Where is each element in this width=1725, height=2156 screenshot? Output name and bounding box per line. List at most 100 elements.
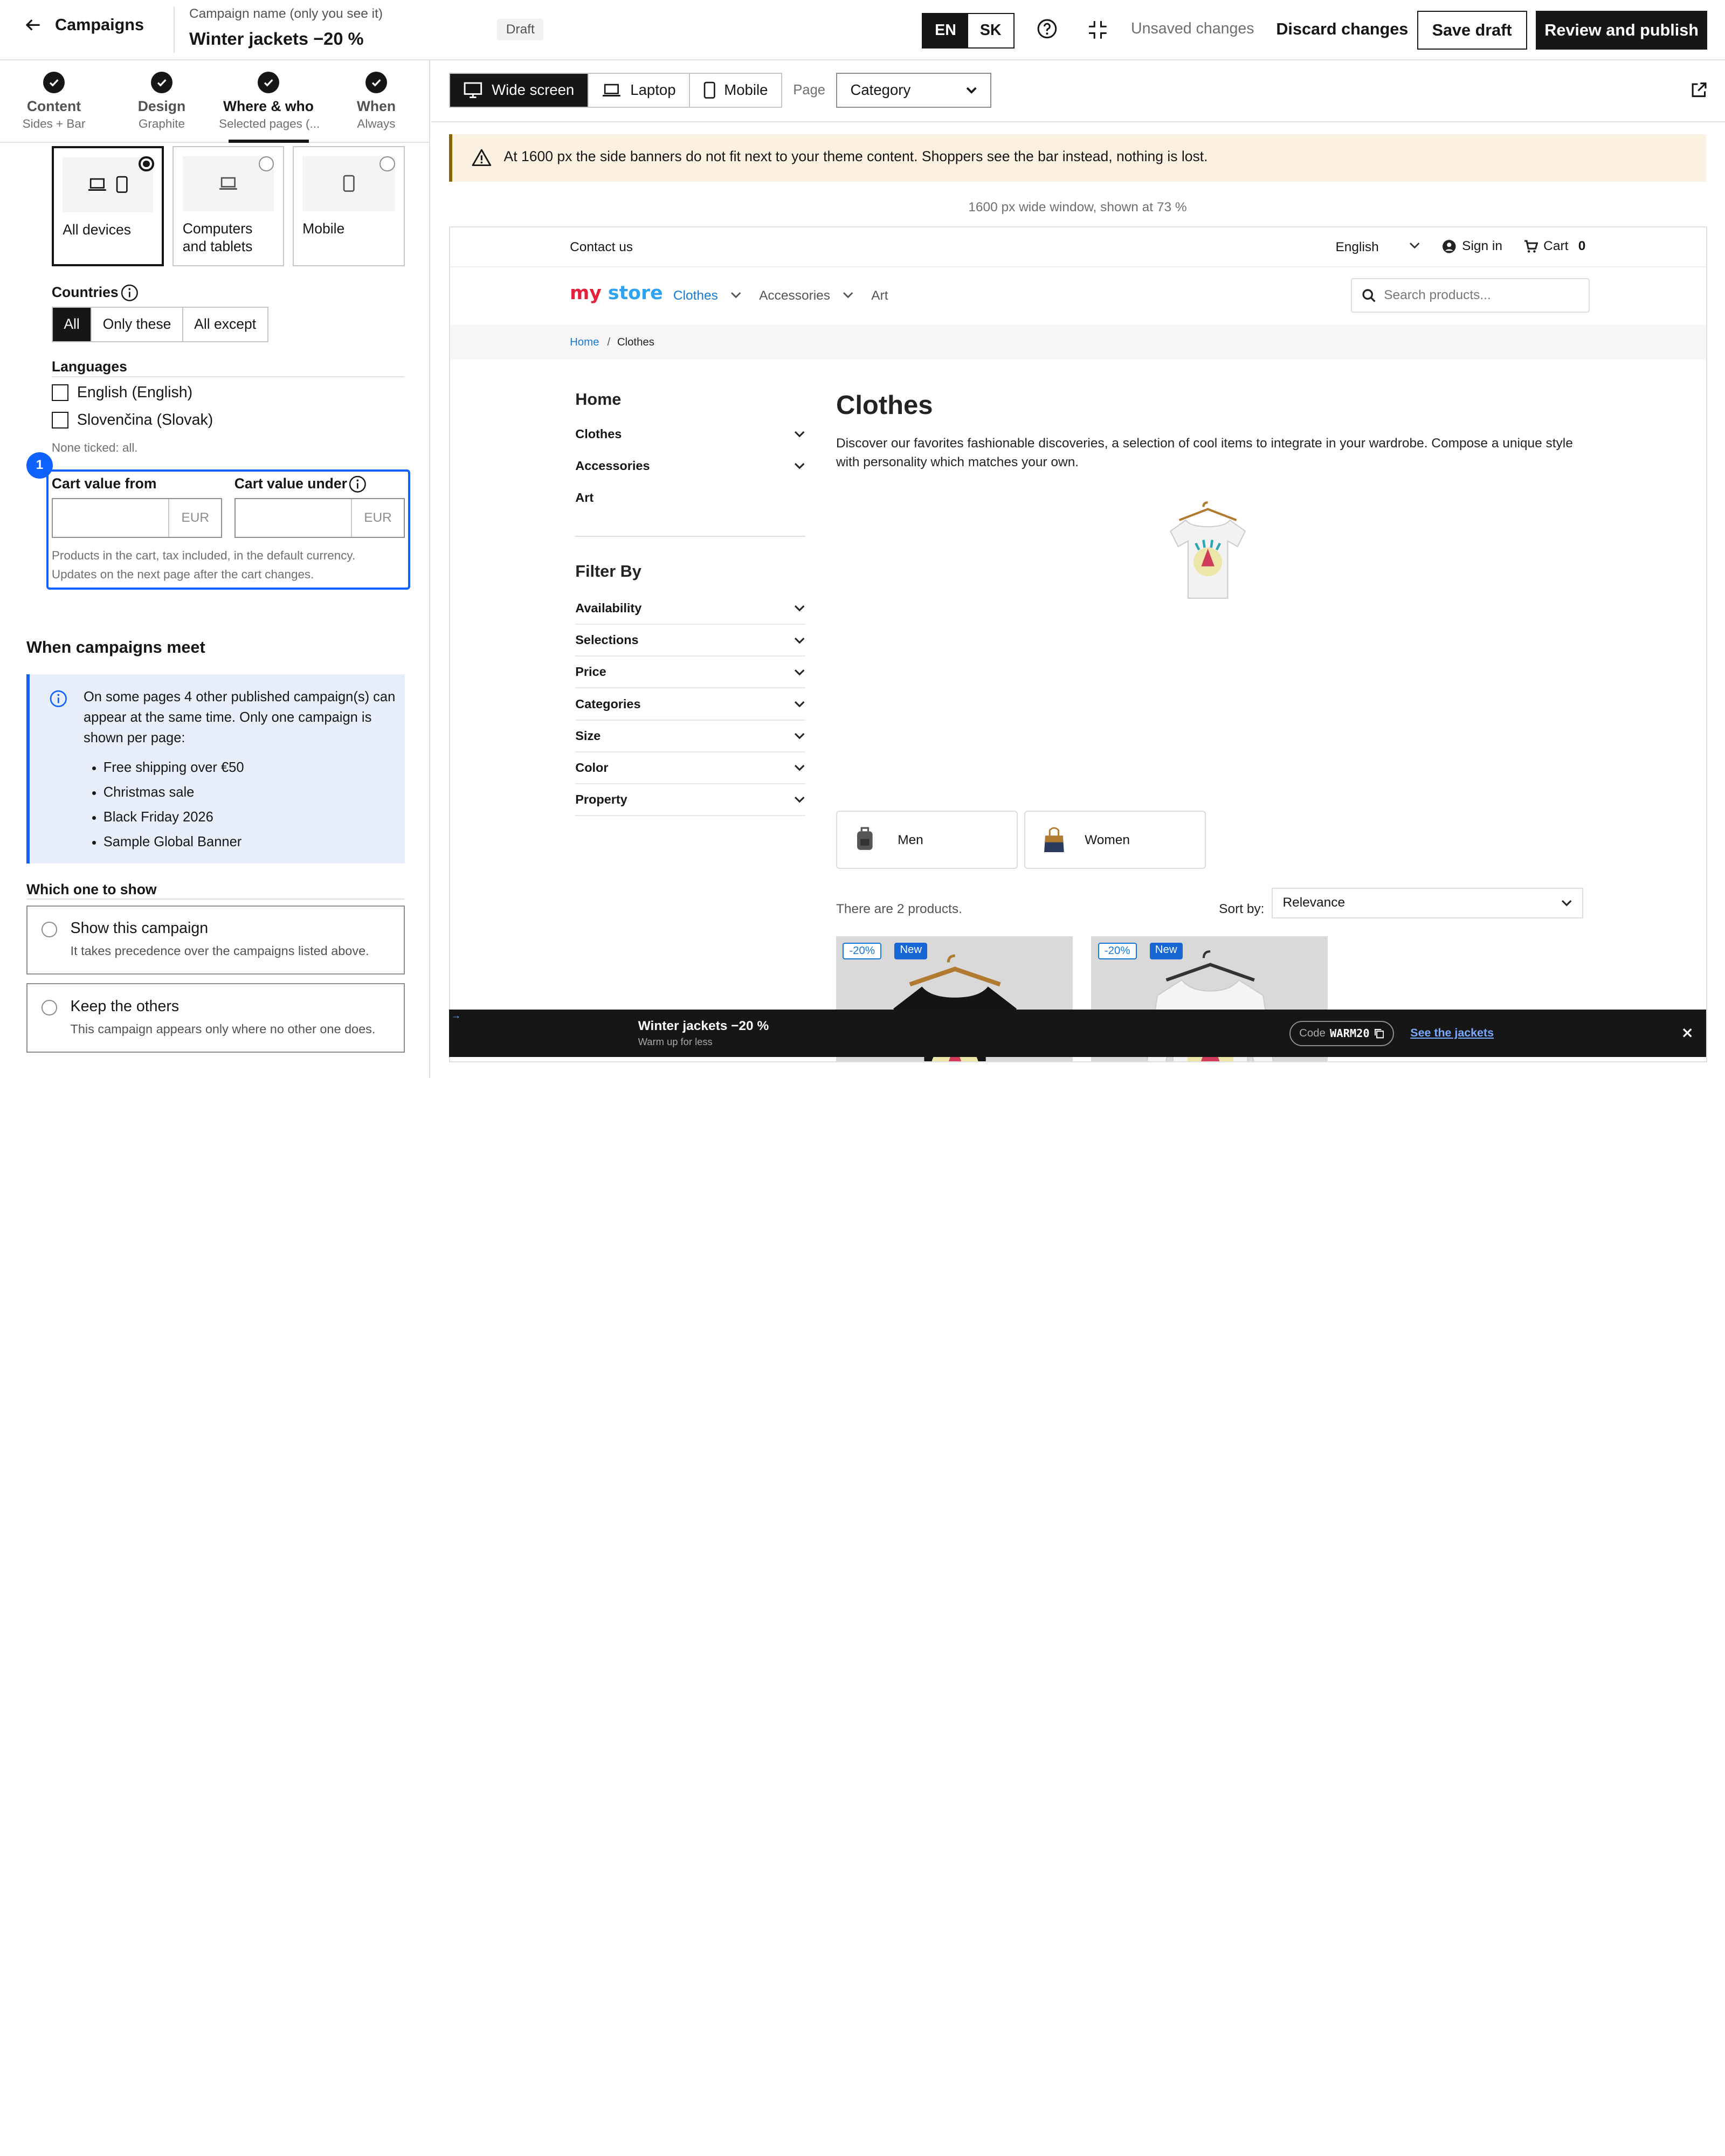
campaign-name-field[interactable]: Winter jackets −20 % — [189, 29, 364, 49]
countries-segmented-control: All Only these All except — [51, 307, 268, 342]
filter-selections[interactable]: Selections — [575, 625, 805, 657]
device-radio[interactable] — [380, 156, 395, 172]
amount-input[interactable] — [236, 499, 351, 536]
step-content[interactable]: Content Sides + Bar — [4, 71, 104, 131]
preview-laptop-button[interactable]: Laptop — [589, 73, 691, 107]
contact-link[interactable]: Contact us — [570, 240, 633, 255]
review-and-publish-button[interactable]: Review and publish — [1535, 11, 1708, 50]
arrow-left-icon — [24, 16, 42, 34]
help-icon[interactable] — [1036, 18, 1058, 40]
option-radio[interactable] — [42, 922, 58, 937]
save-draft-button[interactable]: Save draft — [1417, 11, 1527, 50]
list-item: Free shipping over €50 — [104, 756, 244, 780]
open-external-icon[interactable] — [1690, 81, 1708, 99]
countries-only-these[interactable]: Only these — [92, 308, 183, 341]
filter-availability[interactable]: Availability — [575, 593, 805, 625]
option-description: This campaign appears only where no othe… — [70, 1021, 376, 1036]
phone-icon — [703, 81, 715, 99]
device-card-mobile[interactable]: Mobile — [292, 146, 405, 266]
cart-value-from-input[interactable]: EUR — [51, 498, 223, 538]
page-label: Page — [793, 82, 825, 98]
sidebar-cat-art[interactable]: Art — [575, 490, 805, 505]
nav-art[interactable]: Art — [871, 288, 888, 303]
campaign-bar-preview: → Winter jackets −20 % Warm up for less … — [448, 1010, 1707, 1058]
step-design[interactable]: Design Graphite — [112, 71, 211, 131]
device-radio[interactable] — [139, 156, 154, 172]
sort-select[interactable]: Relevance — [1272, 887, 1583, 918]
breadcrumb-home[interactable]: Home — [570, 336, 599, 349]
option-radio[interactable] — [42, 1000, 58, 1015]
breadcrumb-current: Clothes — [617, 336, 654, 349]
store-header-top: Contact us English Sign in Cart 0 — [450, 227, 1707, 267]
sidebar-cat-clothes[interactable]: Clothes — [575, 427, 805, 441]
store-preview: Contact us English Sign in Cart 0 my sto… — [448, 226, 1708, 1063]
checkbox[interactable] — [51, 384, 68, 402]
countries-all[interactable]: All — [52, 308, 92, 341]
campaign-name-label: Campaign name (only you see it) — [189, 6, 383, 22]
cart-value-under-input[interactable]: EUR — [234, 498, 405, 538]
step-when[interactable]: When Always — [327, 71, 426, 131]
chevron-down-icon — [1561, 899, 1572, 907]
amount-input[interactable] — [53, 499, 168, 536]
bar-cta-link[interactable]: See the jackets — [1410, 1026, 1494, 1040]
divider — [174, 6, 175, 53]
which-one-label: Which one to show — [26, 881, 157, 897]
coupon-code-chip[interactable]: Code WARM20 — [1289, 1020, 1394, 1046]
currency-suffix: EUR — [168, 499, 221, 537]
device-card-computers-and-tablets[interactable]: Computers and tablets — [172, 146, 284, 266]
filter-property[interactable]: Property — [575, 784, 805, 817]
filter-color[interactable]: Color — [575, 752, 805, 785]
discard-changes-button[interactable]: Discard changes — [1276, 20, 1408, 39]
language-checkbox-english[interactable]: English (English) — [51, 384, 192, 402]
layout-warning: At 1600 px the side banners do not fit n… — [448, 134, 1707, 182]
sidebar-cat-accessories[interactable]: Accessories — [575, 459, 805, 473]
store-search-input[interactable]: Search products... — [1351, 278, 1590, 313]
option-keep-the-others[interactable]: Keep the others This campaign appears on… — [26, 983, 405, 1053]
back-to-campaigns-button[interactable]: Campaigns — [24, 16, 144, 34]
close-icon[interactable] — [1682, 1027, 1693, 1038]
collapse-icon[interactable] — [1088, 20, 1108, 40]
page-select[interactable]: Category — [836, 72, 991, 108]
preview-wide-screen-button[interactable]: Wide screen — [450, 73, 589, 107]
nav-accessories[interactable]: Accessories — [759, 288, 830, 303]
status-badge: Draft — [497, 18, 544, 40]
top-bar: Campaigns Campaign name (only you see it… — [0, 0, 1725, 61]
category-image — [1164, 494, 1252, 626]
store-language-select[interactable]: English — [1335, 240, 1378, 255]
sign-in-link[interactable]: Sign in — [1442, 239, 1502, 254]
filter-size[interactable]: Size — [575, 721, 805, 752]
nav-clothes[interactable]: Clothes — [673, 288, 718, 303]
step-number-badge: 1 — [26, 452, 53, 479]
divider — [26, 899, 405, 900]
filter-price[interactable]: Price — [575, 657, 805, 689]
language-sk-button[interactable]: SK — [968, 14, 1013, 47]
countries-label: Countries — [51, 284, 119, 300]
checkbox[interactable] — [51, 412, 68, 429]
option-show-this-campaign[interactable]: Show this campaign It takes precedence o… — [26, 905, 405, 975]
info-icon[interactable] — [349, 475, 367, 493]
device-card-all-devices[interactable]: All devices — [51, 146, 164, 266]
countries-all-except[interactable]: All except — [183, 308, 267, 341]
conflicts-heading: When campaigns meet — [26, 638, 205, 657]
subcategory-women[interactable]: Women — [1024, 811, 1206, 869]
store-logo[interactable]: my store — [570, 282, 663, 304]
sidebar-home[interactable]: Home — [575, 390, 621, 409]
info-icon[interactable] — [121, 284, 139, 302]
unsaved-status: Unsaved changes — [1130, 19, 1254, 37]
preview-mobile-button[interactable]: Mobile — [690, 74, 781, 107]
subcategory-men[interactable]: Men — [836, 811, 1018, 869]
active-step-indicator — [229, 140, 309, 143]
product-count: There are 2 products. — [836, 902, 962, 917]
language-en-button[interactable]: EN — [923, 14, 968, 47]
store-breadcrumb: Home / Clothes — [450, 324, 1707, 360]
page-select-value: Category — [850, 81, 911, 99]
phone-icon — [343, 175, 355, 192]
conflicts-info-box: On some pages 4 other published campaign… — [26, 674, 405, 864]
filter-categories[interactable]: Categories — [575, 688, 805, 721]
language-checkbox-slovak[interactable]: Slovenčina (Slovak) — [51, 411, 213, 429]
languages-label: Languages — [51, 358, 127, 375]
preview-device-switch: Wide screen Laptop Mobile — [448, 72, 782, 108]
cart-count: 0 — [1578, 238, 1586, 253]
cart-link[interactable]: Cart 0 — [1523, 239, 1585, 254]
step-where-and-who[interactable]: Where & who Selected pages (... — [219, 71, 320, 131]
